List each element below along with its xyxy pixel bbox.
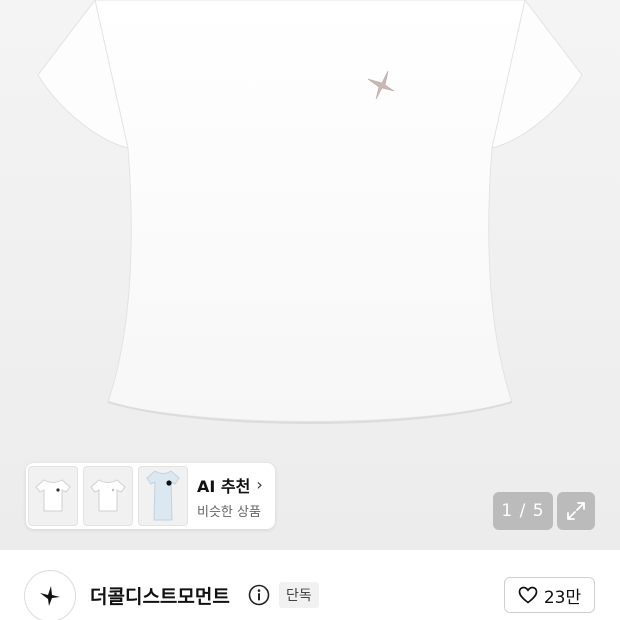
- tshirt-thumb-icon: [90, 479, 126, 512]
- expand-button[interactable]: [557, 492, 595, 530]
- chevron-right-icon: ›: [256, 475, 263, 494]
- tshirt-thumb-icon: [146, 470, 180, 521]
- info-icon[interactable]: [248, 584, 270, 606]
- thumbnail-3[interactable]: [138, 466, 188, 526]
- brand-logo[interactable]: [24, 570, 76, 620]
- starfish-logo-icon: [40, 586, 60, 606]
- like-button[interactable]: 23만: [504, 577, 595, 613]
- thumbnail-1[interactable]: [28, 466, 78, 526]
- ai-recommendation-subtitle: 비슷한 상품: [197, 504, 261, 520]
- exclusive-badge: 단독: [279, 582, 319, 608]
- like-count: 23만: [543, 587, 582, 608]
- expand-icon: [567, 502, 585, 520]
- heart-outline-icon: [518, 586, 538, 604]
- image-counter: 1 / 5: [493, 492, 553, 530]
- brand-name[interactable]: 더콜디스트모먼트: [90, 582, 230, 609]
- tshirt-thumb-icon: [35, 479, 71, 512]
- ai-recommendation-title: AI 추천: [197, 476, 251, 496]
- thumbnail-2[interactable]: [83, 466, 133, 526]
- product-image-gallery[interactable]: AI 추천 › 비슷한 상품 1 / 5: [0, 0, 620, 550]
- ai-recommendation-card[interactable]: AI 추천 › 비슷한 상품: [26, 463, 275, 529]
